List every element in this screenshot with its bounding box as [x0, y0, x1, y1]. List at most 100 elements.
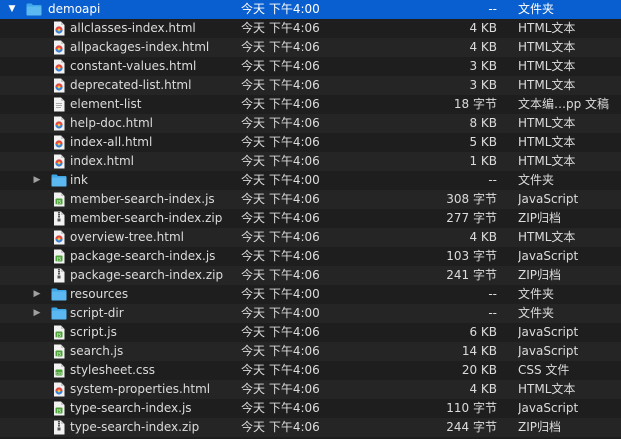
- file-row[interactable]: system-properties.html 今天 下午4:06 4 KB HTML文…: [0, 380, 621, 399]
- svg-text:JS: JS: [56, 352, 61, 358]
- js-file-icon: JS: [52, 192, 66, 207]
- file-size: --: [488, 287, 497, 301]
- file-name: help-doc.html: [70, 116, 153, 130]
- date-modified: 今天 下午4:06: [241, 78, 320, 92]
- js-file-icon: JS: [52, 249, 66, 264]
- file-row[interactable]: index-all.html 今天 下午4:06 5 KB HTML文本: [0, 133, 621, 152]
- file-name: allclasses-index.html: [70, 21, 196, 35]
- file-kind: 文本编…pp 文稿: [518, 97, 610, 111]
- date-modified: 今天 下午4:06: [241, 59, 320, 73]
- folder-row[interactable]: ▼ demoapi 今天 下午4:00 -- 文件夹: [0, 0, 621, 19]
- file-size: 244 字节: [446, 420, 497, 434]
- file-kind: HTML文本: [518, 135, 576, 149]
- date-modified: 今天 下午4:06: [241, 420, 320, 434]
- file-kind: JavaScript: [518, 401, 579, 415]
- disclosure-collapsed-icon[interactable]: ▶: [31, 285, 43, 304]
- svg-text:CSS: CSS: [56, 371, 63, 375]
- html-file-icon: [52, 40, 66, 55]
- file-name: type-search-index.js: [70, 401, 192, 415]
- date-modified: 今天 下午4:06: [241, 211, 320, 225]
- file-kind: HTML文本: [518, 382, 576, 396]
- file-row[interactable]: help-doc.html 今天 下午4:06 8 KB HTML文本: [0, 114, 621, 133]
- date-modified: 今天 下午4:06: [241, 97, 320, 111]
- file-row[interactable]: JS script.js 今天 下午4:06 6 KB JavaScript: [0, 323, 621, 342]
- zip-file-icon: [52, 420, 66, 435]
- file-kind: JavaScript: [518, 192, 579, 206]
- file-row[interactable]: JS type-search-index.js 今天 下午4:06 110 字节 Jav…: [0, 399, 621, 418]
- file-row[interactable]: package-search-index.zip 今天 下午4:06 241 字节 Z…: [0, 266, 621, 285]
- file-size: 4 KB: [469, 40, 497, 54]
- date-modified: 今天 下午4:06: [241, 192, 320, 206]
- disclosure-expanded-icon[interactable]: ▼: [6, 0, 18, 19]
- file-row[interactable]: constant-values.html 今天 下午4:06 3 KB HTML文本: [0, 57, 621, 76]
- file-row[interactable]: member-search-index.zip 今天 下午4:06 277 字节 ZI…: [0, 209, 621, 228]
- html-file-icon: [52, 154, 66, 169]
- file-row[interactable]: deprecated-list.html 今天 下午4:06 3 KB HTML文本: [0, 76, 621, 95]
- file-name: resources: [70, 287, 129, 301]
- file-size: 277 字节: [446, 211, 497, 225]
- file-kind: 文件夹: [518, 287, 555, 301]
- file-row[interactable]: type-search-index.zip 今天 下午4:06 244 字节 ZIP归…: [0, 418, 621, 437]
- date-modified: 今天 下午4:06: [241, 363, 320, 377]
- date-modified: 今天 下午4:06: [241, 135, 320, 149]
- file-size: 4 KB: [469, 230, 497, 244]
- date-modified: 今天 下午4:06: [241, 325, 320, 339]
- file-size: 110 字节: [446, 401, 497, 415]
- folder-icon: [26, 2, 42, 17]
- file-kind: HTML文本: [518, 116, 576, 130]
- file-size: --: [488, 2, 497, 16]
- file-row[interactable]: overview-tree.html 今天 下午4:06 4 KB HTML文本: [0, 228, 621, 247]
- file-size: 8 KB: [469, 116, 497, 130]
- file-kind: 文件夹: [518, 2, 555, 16]
- file-name: package-search-index.zip: [70, 268, 224, 282]
- date-modified: 今天 下午4:00: [241, 173, 320, 187]
- date-modified: 今天 下午4:06: [241, 40, 320, 54]
- file-row[interactable]: CSS stylesheet.css 今天 下午4:06 20 KB CSS 文件: [0, 361, 621, 380]
- file-name: allpackages-index.html: [70, 40, 210, 54]
- file-row[interactable]: index.html 今天 下午4:06 1 KB HTML文本: [0, 152, 621, 171]
- folder-row[interactable]: ▶ script-dir 今天 下午4:00 -- 文件夹: [0, 304, 621, 323]
- file-kind: HTML文本: [518, 21, 576, 35]
- disclosure-collapsed-icon[interactable]: ▶: [31, 171, 43, 190]
- date-modified: 今天 下午4:06: [241, 401, 320, 415]
- file-kind: ZIP归档: [518, 420, 561, 434]
- date-modified: 今天 下午4:06: [241, 382, 320, 396]
- js-file-icon: JS: [52, 401, 66, 416]
- html-file-icon: [52, 230, 66, 245]
- svg-text:JS: JS: [56, 333, 61, 339]
- file-kind: JavaScript: [518, 325, 579, 339]
- file-size: 241 字节: [446, 268, 497, 282]
- document-icon: [52, 97, 66, 112]
- date-modified: 今天 下午4:06: [241, 344, 320, 358]
- disclosure-collapsed-icon[interactable]: ▶: [31, 304, 43, 323]
- file-size: --: [488, 306, 497, 320]
- folder-icon: [51, 306, 67, 321]
- file-list[interactable]: ▼ demoapi 今天 下午4:00 -- 文件夹 allclasses-index.h…: [0, 0, 621, 439]
- file-row[interactable]: allpackages-index.html 今天 下午4:06 4 KB HTML文…: [0, 38, 621, 57]
- date-modified: 今天 下午4:06: [241, 21, 320, 35]
- file-size: 20 KB: [461, 363, 497, 377]
- file-row[interactable]: element-list 今天 下午4:06 18 字节 文本编…pp 文稿: [0, 95, 621, 114]
- file-name: demoapi: [48, 2, 101, 16]
- file-row[interactable]: JS member-search-index.js 今天 下午4:06 308 字节 J…: [0, 190, 621, 209]
- file-row[interactable]: JS package-search-index.js 今天 下午4:06 103 字节…: [0, 247, 621, 266]
- file-kind: 文件夹: [518, 173, 555, 187]
- file-size: 1 KB: [469, 154, 497, 168]
- file-name: search.js: [70, 344, 124, 358]
- html-file-icon: [52, 135, 66, 150]
- file-row[interactable]: allclasses-index.html 今天 下午4:06 4 KB HTML文本: [0, 19, 621, 38]
- file-size: 4 KB: [469, 21, 497, 35]
- file-name: overview-tree.html: [70, 230, 185, 244]
- js-file-icon: JS: [52, 325, 66, 340]
- file-name: index-all.html: [70, 135, 153, 149]
- file-size: 5 KB: [469, 135, 497, 149]
- date-modified: 今天 下午4:06: [241, 116, 320, 130]
- file-name: constant-values.html: [70, 59, 197, 73]
- css-file-icon: CSS: [52, 363, 66, 378]
- folder-icon: [51, 287, 67, 302]
- svg-text:JS: JS: [56, 200, 61, 206]
- date-modified: 今天 下午4:00: [241, 2, 320, 16]
- folder-row[interactable]: ▶ ink 今天 下午4:00 -- 文件夹: [0, 171, 621, 190]
- file-row[interactable]: JS search.js 今天 下午4:06 14 KB JavaScript: [0, 342, 621, 361]
- folder-row[interactable]: ▶ resources 今天 下午4:00 -- 文件夹: [0, 285, 621, 304]
